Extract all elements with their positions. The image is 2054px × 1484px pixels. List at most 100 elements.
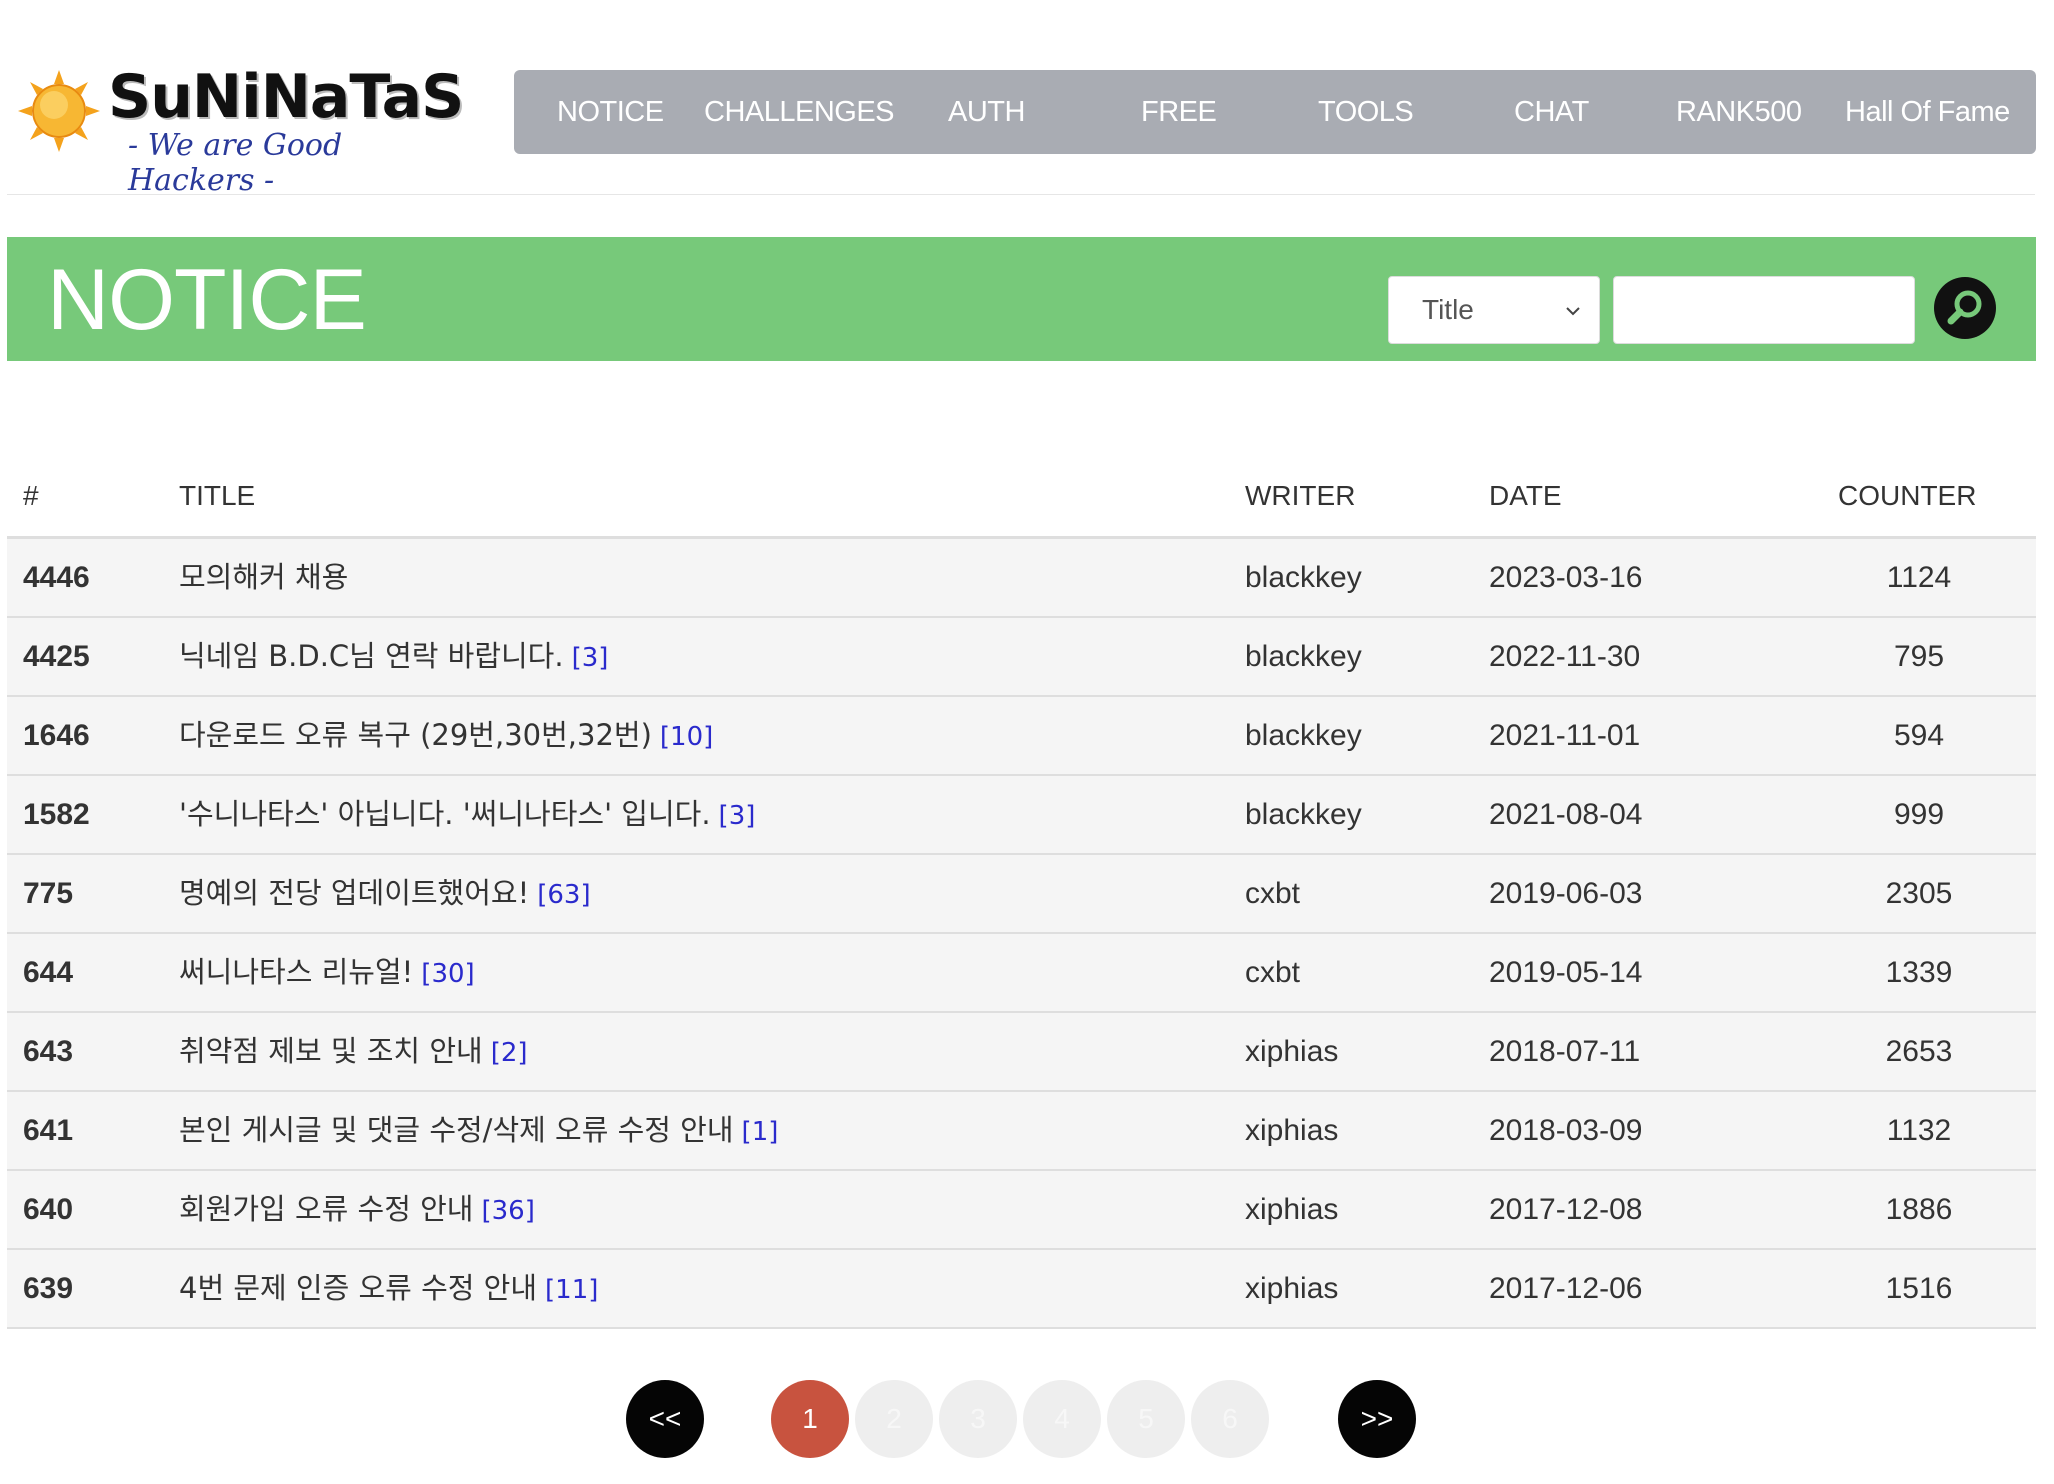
header-num: # bbox=[23, 480, 39, 511]
row-counter: 999 bbox=[1893, 798, 1945, 831]
row-number: 775 bbox=[23, 877, 74, 910]
page-5-button[interactable]: 5 bbox=[1107, 1380, 1185, 1458]
row-title-link[interactable]: 모의해커 채용 bbox=[179, 539, 356, 618]
sun-logo-icon bbox=[18, 70, 100, 152]
header-counter: COUNTER bbox=[1838, 480, 1977, 511]
notice-table: # TITLE WRITER DATE COUNTER 4446 모의해커 채용 b… bbox=[7, 460, 2036, 1329]
row-date: 2021-11-01 bbox=[1489, 719, 1641, 752]
table-row[interactable]: 775 명예의 전당 업데이트했어요! [63] cxbt 2019-06-03 2305 bbox=[7, 855, 2036, 934]
table-row[interactable]: 4446 모의해커 채용 blackkey 2023-03-16 1124 bbox=[7, 539, 2036, 618]
comment-count: [2] bbox=[490, 1038, 528, 1068]
nav-item-rank500[interactable]: RANK500 bbox=[1676, 70, 1802, 154]
row-title-link[interactable]: 본인 게시글 및 댓글 수정/삭제 오류 수정 안내 [1] bbox=[179, 1092, 778, 1171]
row-writer: blackkey bbox=[1245, 561, 1362, 594]
row-date: 2017-12-08 bbox=[1489, 1193, 1643, 1226]
row-writer: xiphias bbox=[1245, 1114, 1339, 1147]
pagination: << 1 2 3 4 5 6 >> bbox=[0, 1380, 2054, 1460]
row-counter: 1886 bbox=[1885, 1193, 1953, 1226]
comment-count: [3] bbox=[571, 643, 609, 673]
row-date: 2018-07-11 bbox=[1489, 1035, 1641, 1068]
row-title-link[interactable]: 닉네임 B.D.C님 연락 바랍니다. [3] bbox=[179, 618, 608, 697]
row-number: 639 bbox=[23, 1272, 74, 1305]
comment-count: [10] bbox=[659, 722, 714, 752]
table-row[interactable]: 643 취약점 제보 및 조치 안내 [2] xiphias 2018-07-11 265… bbox=[7, 1013, 2036, 1092]
row-date: 2017-12-06 bbox=[1489, 1272, 1643, 1305]
row-title-link[interactable]: '수니나타스' 아닙니다. '써니나타스' 입니다. [3] bbox=[179, 776, 755, 855]
search-field-selected: Title bbox=[1422, 294, 1474, 325]
row-writer: xiphias bbox=[1245, 1193, 1339, 1226]
page-1-button[interactable]: 1 bbox=[771, 1380, 849, 1458]
table-row[interactable]: 4425 닉네임 B.D.C님 연락 바랍니다. [3] blackkey 2022-1… bbox=[7, 618, 2036, 697]
row-date: 2022-11-30 bbox=[1489, 640, 1641, 673]
comment-count: [3] bbox=[718, 801, 756, 831]
row-date: 2019-05-14 bbox=[1489, 956, 1643, 989]
row-title-link[interactable]: 회원가입 오류 수정 안내 [36] bbox=[179, 1171, 535, 1250]
nav-item-hall-of-fame[interactable]: Hall Of Fame bbox=[1845, 70, 2010, 154]
row-counter: 1132 bbox=[1886, 1114, 1952, 1147]
row-counter: 1339 bbox=[1885, 956, 1953, 989]
row-number: 4425 bbox=[23, 640, 90, 673]
search-icon bbox=[1947, 290, 1982, 325]
table-row[interactable]: 639 4번 문제 인증 오류 수정 안내 [11] xiphias 2017-12-0… bbox=[7, 1250, 2036, 1329]
row-writer: xiphias bbox=[1245, 1035, 1339, 1068]
page-6-button[interactable]: 6 bbox=[1191, 1380, 1269, 1458]
page-title: NOTICE bbox=[47, 252, 367, 348]
row-counter: 2305 bbox=[1885, 877, 1953, 910]
prev-page-button[interactable]: << bbox=[626, 1380, 704, 1458]
nav-item-notice[interactable]: NOTICE bbox=[557, 70, 664, 154]
row-title-link[interactable]: 명예의 전당 업데이트했어요! [63] bbox=[179, 855, 591, 934]
row-title-link[interactable]: 다운로드 오류 복구 (29번,30번,32번) [10] bbox=[179, 697, 713, 776]
row-title-link[interactable]: 써니나타스 리뉴얼! [30] bbox=[179, 934, 475, 1013]
row-writer: cxbt bbox=[1245, 877, 1301, 910]
header-title: TITLE bbox=[179, 480, 256, 511]
nav-item-chat[interactable]: CHAT bbox=[1514, 70, 1589, 154]
row-title: 다운로드 오류 복구 (29번,30번,32번) bbox=[179, 718, 652, 752]
nav-item-tools[interactable]: TOOLS bbox=[1318, 70, 1414, 154]
row-number: 1582 bbox=[23, 798, 90, 831]
row-date: 2018-03-09 bbox=[1489, 1114, 1643, 1147]
row-title: 회원가입 오류 수정 안내 bbox=[179, 1192, 474, 1226]
header-writer: WRITER bbox=[1245, 480, 1356, 511]
main-nav: NOTICE CHALLENGES AUTH FREE TOOLS CHAT R… bbox=[514, 70, 2036, 154]
header-divider bbox=[7, 194, 2035, 195]
row-counter: 2653 bbox=[1885, 1035, 1953, 1068]
table-row[interactable]: 1582 '수니나타스' 아닙니다. '써니나타스' 입니다. [3] blackke… bbox=[7, 776, 2036, 855]
table-row[interactable]: 644 써니나타스 리뉴얼! [30] cxbt 2019-05-14 1339 bbox=[7, 934, 2036, 1013]
row-title: 모의해커 채용 bbox=[179, 560, 349, 594]
search-field-select[interactable]: Title bbox=[1388, 276, 1600, 344]
row-title: 취약점 제보 및 조치 안내 bbox=[179, 1034, 483, 1068]
search-button[interactable] bbox=[1934, 277, 1996, 339]
table-row[interactable]: 1646 다운로드 오류 복구 (29번,30번,32번) [10] blackkey… bbox=[7, 697, 2036, 776]
next-page-button[interactable]: >> bbox=[1338, 1380, 1416, 1458]
comment-count: [1] bbox=[741, 1117, 779, 1147]
row-title-link[interactable]: 취약점 제보 및 조치 안내 [2] bbox=[179, 1013, 528, 1092]
table-row[interactable]: 640 회원가입 오류 수정 안내 [36] xiphias 2017-12-08 188… bbox=[7, 1171, 2036, 1250]
site-logo[interactable]: SuNiNaTaS - We are Good Hackers - bbox=[18, 62, 464, 198]
page-3-button[interactable]: 3 bbox=[939, 1380, 1017, 1458]
site-header: SuNiNaTaS - We are Good Hackers - NOTICE… bbox=[0, 0, 2054, 198]
comment-count: [36] bbox=[481, 1196, 535, 1226]
page-4-button[interactable]: 4 bbox=[1023, 1380, 1101, 1458]
row-title: 본인 게시글 및 댓글 수정/삭제 오류 수정 안내 bbox=[179, 1113, 734, 1147]
row-title-link[interactable]: 4번 문제 인증 오류 수정 안내 [11] bbox=[179, 1250, 598, 1329]
row-title: 4번 문제 인증 오류 수정 안내 bbox=[179, 1271, 538, 1305]
row-writer: blackkey bbox=[1245, 798, 1362, 831]
nav-item-auth[interactable]: AUTH bbox=[948, 70, 1025, 154]
notice-banner: NOTICE Title bbox=[7, 237, 2036, 361]
table-row[interactable]: 641 본인 게시글 및 댓글 수정/삭제 오류 수정 안내 [1] xiphias 2… bbox=[7, 1092, 2036, 1171]
logo-subtitle: - We are Good Hackers - bbox=[128, 128, 343, 198]
row-number: 641 bbox=[23, 1114, 74, 1147]
row-title: '수니나타스' 아닙니다. '써니나타스' 입니다. bbox=[179, 797, 711, 831]
page-2-button[interactable]: 2 bbox=[855, 1380, 933, 1458]
comment-count: [30] bbox=[421, 959, 475, 989]
row-counter: 795 bbox=[1893, 640, 1945, 673]
row-title: 닉네임 B.D.C님 연락 바랍니다. bbox=[179, 639, 564, 673]
row-counter: 1516 bbox=[1885, 1272, 1953, 1305]
nav-item-free[interactable]: FREE bbox=[1141, 70, 1217, 154]
logo-title: SuNiNaTaS bbox=[108, 62, 464, 132]
search-input[interactable] bbox=[1613, 276, 1915, 344]
row-number: 4446 bbox=[23, 561, 90, 594]
nav-item-challenges[interactable]: CHALLENGES bbox=[704, 70, 895, 154]
chevron-down-icon bbox=[1566, 307, 1580, 316]
row-title: 써니나타스 리뉴얼! bbox=[179, 955, 414, 989]
